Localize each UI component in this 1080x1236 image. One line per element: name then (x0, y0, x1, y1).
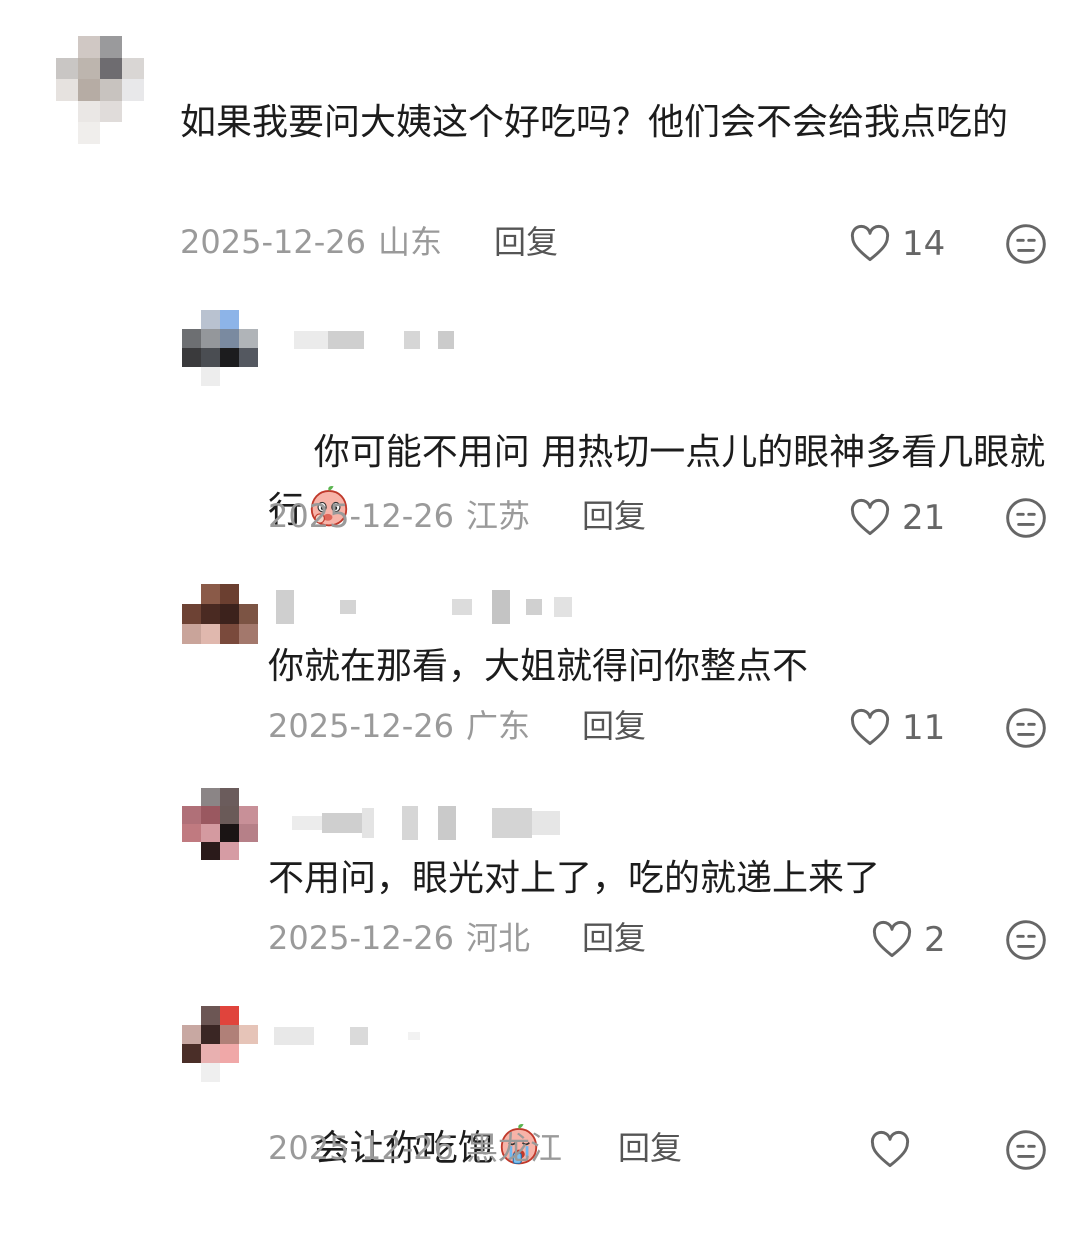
like-count: 14 (902, 224, 946, 264)
neutral-face-icon[interactable] (1004, 706, 1048, 750)
comment-text: 不用问，眼光对上了，吃的就递上来了 (268, 858, 881, 899)
comment-location: 广东 (465, 707, 530, 745)
comment-meta: 2025-12-26 黑龙江 (268, 1126, 562, 1170)
username-blurred[interactable] (292, 806, 560, 840)
neutral-face-icon[interactable] (1004, 918, 1048, 962)
username-blurred[interactable] (294, 328, 454, 352)
comment-meta: 2025-12-26 江苏 (268, 494, 530, 538)
reply-button[interactable]: 回复 (618, 1126, 682, 1170)
comment-text: 如果我要问大姨这个好吃吗？他们会不会给我点吃的 (180, 102, 1009, 143)
comment-location: 山东 (377, 223, 442, 261)
heart-outline-icon (872, 920, 912, 958)
comment-location: 江苏 (465, 497, 530, 535)
like-button[interactable]: 11 (848, 706, 945, 750)
neutral-face-icon[interactable] (1004, 222, 1048, 266)
comment-location: 河北 (465, 919, 530, 957)
like-count: 21 (902, 498, 946, 538)
like-count: 2 (924, 920, 946, 960)
username-blurred[interactable] (276, 590, 572, 624)
like-button[interactable] (868, 1128, 922, 1172)
reply-button[interactable]: 回复 (494, 220, 558, 264)
avatar[interactable] (182, 788, 258, 860)
comment-date: 2025-12-26 (180, 223, 366, 261)
comment-meta: 2025-12-26 河北 (268, 916, 530, 960)
heart-outline-icon (850, 498, 890, 536)
comment-text: 你可能不用问 用热切一点儿的眼神多看几眼就行 (268, 366, 1058, 598)
like-button[interactable]: 2 (870, 918, 946, 962)
heart-outline-icon (870, 1130, 910, 1168)
neutral-face-icon[interactable] (1004, 1128, 1048, 1172)
comment-meta: 2025-12-26 广东 (268, 704, 530, 748)
neutral-face-icon[interactable] (1004, 496, 1048, 540)
like-button[interactable]: 14 (848, 222, 945, 266)
comment-location: 黑龙江 (465, 1129, 562, 1167)
reply-button[interactable]: 回复 (582, 916, 646, 960)
comment-date: 2025-12-26 (268, 1129, 454, 1167)
heart-outline-icon (850, 224, 890, 262)
reply-button[interactable]: 回复 (582, 704, 646, 748)
avatar[interactable] (182, 1006, 258, 1082)
comment-meta: 2025-12-26 山东 (180, 220, 442, 264)
username-blurred[interactable] (274, 1024, 420, 1048)
comment-date: 2025-12-26 (268, 919, 454, 957)
comment-text: 你就在那看，大姐就得问你整点不 (268, 646, 809, 687)
like-count: 11 (902, 708, 946, 748)
heart-outline-icon (850, 708, 890, 746)
like-button[interactable]: 21 (848, 496, 945, 540)
avatar[interactable] (56, 36, 144, 144)
reply-button[interactable]: 回复 (582, 494, 646, 538)
avatar[interactable] (182, 310, 258, 386)
comment-date: 2025-12-26 (268, 497, 454, 535)
comment-date: 2025-12-26 (268, 707, 454, 745)
avatar[interactable] (182, 584, 258, 644)
